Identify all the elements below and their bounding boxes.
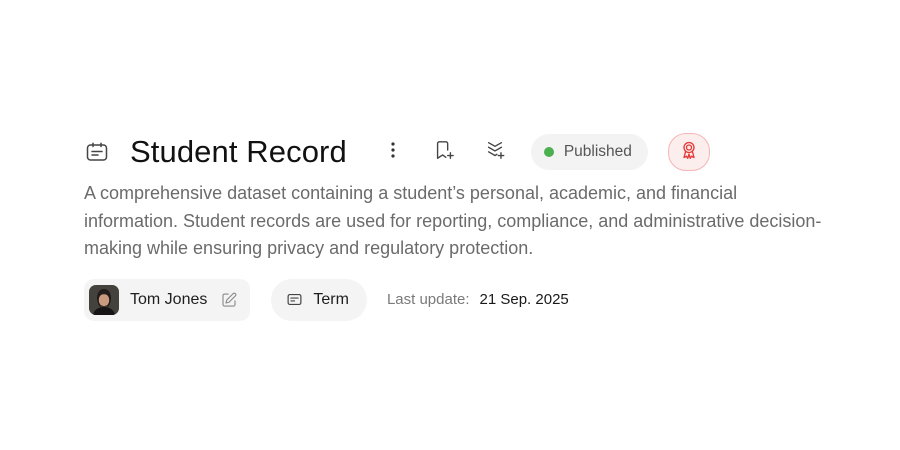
page-title: Student Record: [130, 134, 347, 169]
status-label: Published: [563, 143, 632, 160]
last-update-label: Last update:: [386, 291, 470, 308]
metadata-row: Tom Jones Term Last update: 21 Sep. 2025: [84, 278, 824, 321]
record-header-card: Student Record Published A comprehensive…: [84, 130, 824, 321]
stack-add-icon: [484, 139, 506, 166]
certification-button[interactable]: [667, 133, 710, 171]
add-to-collection-button[interactable]: [479, 136, 511, 168]
pencil-icon[interactable]: [219, 290, 239, 310]
more-options-button[interactable]: [377, 136, 409, 168]
bookmark-plus-icon: [433, 139, 455, 166]
status-dot: [543, 147, 554, 157]
document-card-icon: [84, 139, 110, 165]
title-row: Student Record Published: [84, 130, 824, 174]
term-label: Term: [313, 290, 349, 308]
owner-chip: Tom Jones: [84, 278, 251, 321]
avatar: [89, 284, 119, 315]
more-vertical-icon: [383, 140, 403, 165]
term-chip[interactable]: Term: [271, 278, 367, 321]
bookmark-add-button[interactable]: [428, 136, 460, 168]
last-update-value: 21 Sep. 2025: [479, 291, 569, 308]
term-card-icon: [285, 291, 303, 309]
award-ribbon-icon: [679, 140, 699, 165]
status-badge: Published: [530, 134, 648, 170]
record-description: A comprehensive dataset containing a stu…: [84, 183, 822, 258]
owner-name: Tom Jones: [130, 290, 208, 308]
